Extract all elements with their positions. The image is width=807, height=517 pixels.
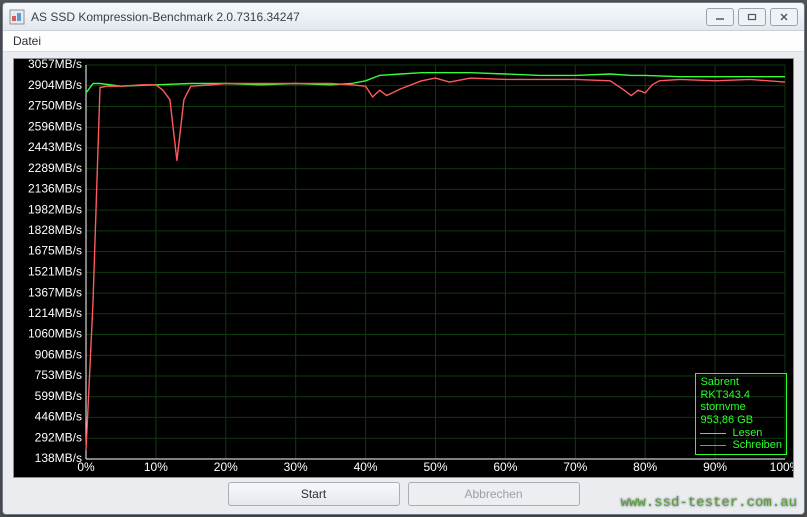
legend-write-label: Schreiben xyxy=(732,439,782,452)
legend: Sabrent RKT343.4 stornvme 953,86 GB Lese… xyxy=(695,373,787,455)
svg-text:1060MB/s: 1060MB/s xyxy=(28,327,82,341)
window-title: AS SSD Kompression-Benchmark 2.0.7316.34… xyxy=(31,10,706,24)
svg-text:10%: 10% xyxy=(144,460,168,474)
svg-text:1367MB/s: 1367MB/s xyxy=(28,285,82,299)
chart-canvas: 3057MB/s 2904MB/s 2750MB/s 2596MB/s 2443MB/s… xyxy=(14,59,793,477)
svg-text:40%: 40% xyxy=(354,460,378,474)
app-icon xyxy=(9,9,25,25)
menubar: Datei xyxy=(3,31,804,52)
titlebar[interactable]: AS SSD Kompression-Benchmark 2.0.7316.34… xyxy=(3,3,804,31)
legend-read-label: Lesen xyxy=(732,427,762,440)
svg-text:90%: 90% xyxy=(703,460,727,474)
svg-text:2443MB/s: 2443MB/s xyxy=(28,140,82,154)
svg-text:292MB/s: 292MB/s xyxy=(35,430,82,444)
svg-text:599MB/s: 599MB/s xyxy=(35,389,82,403)
start-button-label: Start xyxy=(301,487,326,501)
svg-text:1982MB/s: 1982MB/s xyxy=(28,202,82,216)
legend-read-line xyxy=(700,433,726,434)
close-button[interactable] xyxy=(770,8,798,26)
start-button[interactable]: Start xyxy=(228,482,400,506)
abort-button: Abbrechen xyxy=(408,482,580,506)
legend-size: 953,86 GB xyxy=(700,414,782,427)
svg-text:70%: 70% xyxy=(563,460,587,474)
chart: 3057MB/s 2904MB/s 2750MB/s 2596MB/s 2443MB/s… xyxy=(13,58,794,478)
svg-text:2596MB/s: 2596MB/s xyxy=(28,119,82,133)
svg-text:2136MB/s: 2136MB/s xyxy=(28,181,82,195)
svg-text:1521MB/s: 1521MB/s xyxy=(28,264,82,278)
svg-text:30%: 30% xyxy=(284,460,308,474)
abort-button-label: Abbrechen xyxy=(464,487,522,501)
minimize-button[interactable] xyxy=(706,8,734,26)
watermark: www.ssd-tester.com.au xyxy=(621,495,797,511)
svg-text:2750MB/s: 2750MB/s xyxy=(28,99,82,113)
svg-text:20%: 20% xyxy=(214,460,238,474)
svg-text:60%: 60% xyxy=(493,460,517,474)
svg-text:138MB/s: 138MB/s xyxy=(35,451,82,465)
legend-model: RKT343.4 xyxy=(700,389,782,402)
content-area: 3057MB/s 2904MB/s 2750MB/s 2596MB/s 2443MB/s… xyxy=(3,52,804,514)
legend-read: Lesen xyxy=(700,427,782,440)
svg-text:0%: 0% xyxy=(77,460,95,474)
svg-text:1675MB/s: 1675MB/s xyxy=(28,244,82,258)
svg-text:906MB/s: 906MB/s xyxy=(35,348,82,362)
svg-text:80%: 80% xyxy=(633,460,657,474)
svg-text:3057MB/s: 3057MB/s xyxy=(28,59,82,71)
svg-text:50%: 50% xyxy=(423,460,447,474)
svg-text:2289MB/s: 2289MB/s xyxy=(28,161,82,175)
svg-text:2904MB/s: 2904MB/s xyxy=(28,78,82,92)
legend-driver: stornvme xyxy=(700,401,782,414)
legend-write-line xyxy=(700,445,726,446)
menu-datei[interactable]: Datei xyxy=(13,34,41,48)
svg-text:100%: 100% xyxy=(770,460,793,474)
window-controls xyxy=(706,8,798,26)
app-window: AS SSD Kompression-Benchmark 2.0.7316.34… xyxy=(2,2,805,515)
legend-device: Sabrent xyxy=(700,376,782,389)
legend-write: Schreiben xyxy=(700,439,782,452)
svg-text:1828MB/s: 1828MB/s xyxy=(28,223,82,237)
svg-text:1214MB/s: 1214MB/s xyxy=(28,306,82,320)
svg-text:446MB/s: 446MB/s xyxy=(35,410,82,424)
svg-text:753MB/s: 753MB/s xyxy=(35,368,82,382)
maximize-button[interactable] xyxy=(738,8,766,26)
